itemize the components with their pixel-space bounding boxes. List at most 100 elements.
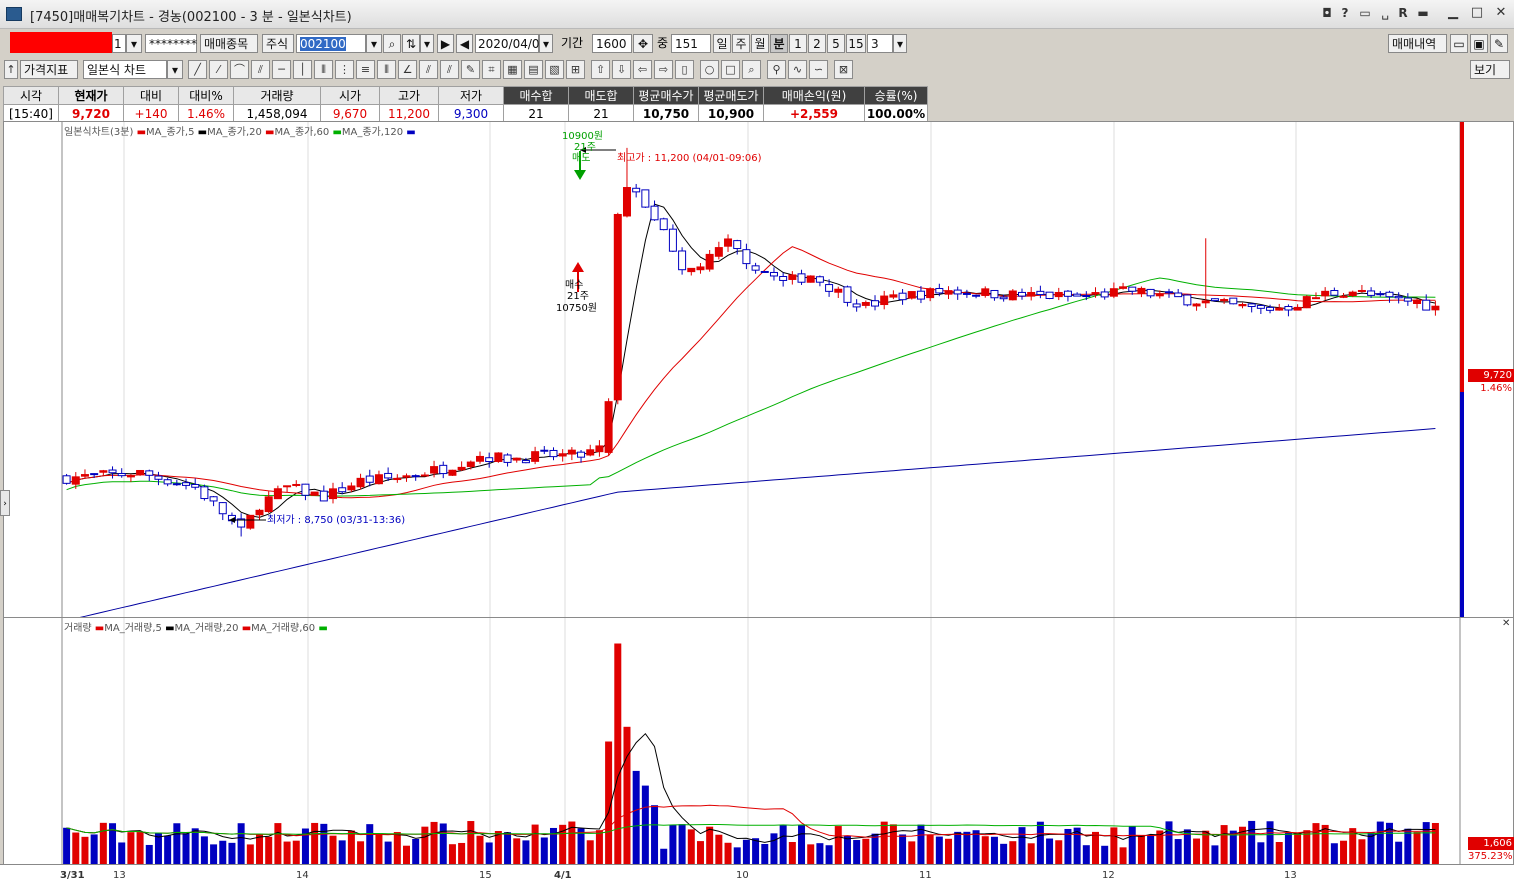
chart-type-dropdown-button[interactable]: ▾ (167, 60, 183, 79)
draw-tool-10-icon[interactable]: ∠ (398, 60, 417, 79)
date-dropdown-button[interactable]: ▾ (539, 34, 553, 53)
candle-body (1311, 297, 1320, 300)
draw-tool-15-icon[interactable]: ▦ (503, 60, 522, 79)
minimize-button[interactable]: ▁ (1442, 3, 1464, 23)
indicator-button[interactable]: 가격지표 (20, 60, 78, 79)
volume-pct-tag: 375.23% (1468, 851, 1513, 862)
draw-tool-26-icon[interactable]: ⌕ (742, 60, 761, 79)
sell-marker-label: 매도 (572, 153, 591, 164)
volume-bar (1128, 826, 1136, 864)
tab-month[interactable]: 월 (751, 34, 769, 53)
date-field[interactable]: 2020/04/01 (475, 34, 547, 53)
draw-tool-25-icon[interactable]: □ (721, 60, 740, 79)
candle-body (255, 509, 264, 516)
draw-tool-23-icon[interactable]: ▯ (675, 60, 694, 79)
mid-input[interactable]: 151 (671, 34, 711, 53)
view-button[interactable]: 보기 (1470, 60, 1510, 79)
draw-tool-9-icon[interactable]: ⫴ (377, 60, 396, 79)
tab-minute[interactable]: 분 (770, 34, 788, 53)
draw-tool-8-icon[interactable]: ≡ (356, 60, 375, 79)
draw-tool-12-icon[interactable]: ⫽ (440, 60, 459, 79)
link-icon[interactable]: ◘ (1318, 4, 1336, 22)
account-suffix: 1 (112, 34, 126, 53)
draw-tool-29-icon[interactable]: ∽ (809, 60, 828, 79)
print-icon[interactable]: ␣ (1376, 4, 1394, 22)
volume-bar (632, 770, 640, 864)
candle-body (733, 240, 742, 250)
tab-15[interactable]: 15 (846, 34, 866, 53)
save-icon[interactable]: ▣ (1470, 34, 1488, 53)
volume-bar (421, 826, 429, 864)
candle-body (1183, 294, 1192, 306)
pin-icon[interactable]: ▬ (1414, 4, 1432, 22)
draw-tool-13-icon[interactable]: ✎ (461, 60, 480, 79)
draw-tool-14-icon[interactable]: ⌗ (482, 60, 501, 79)
volume-bar (329, 835, 337, 864)
candle-body (99, 470, 108, 473)
draw-tool-7-icon[interactable]: ⋮ (335, 60, 354, 79)
chart-type-select[interactable]: 일본식 차트 (83, 60, 167, 79)
account-dropdown-button[interactable]: ▾ (126, 34, 142, 53)
up-arrow-icon[interactable]: ↑ (4, 60, 18, 79)
interval-dropdown-button[interactable]: ▾ (893, 34, 907, 53)
draw-tool-0-icon[interactable]: ╱ (188, 60, 207, 79)
trade-item-button[interactable]: 매매종목 (200, 34, 258, 53)
draw-tool-6-icon[interactable]: ⦀ (314, 60, 333, 79)
maximize-button[interactable]: □ (1466, 3, 1488, 23)
volume-close-icon[interactable]: ✕ (1502, 618, 1510, 629)
volume-bar (256, 833, 264, 864)
tab-week[interactable]: 주 (732, 34, 750, 53)
tab-1[interactable]: 1 (789, 34, 807, 53)
draw-tool-1-icon[interactable]: ⁄ (209, 60, 228, 79)
draw-tool-2-icon[interactable]: ⌒ (230, 60, 249, 79)
draw-tool-3-icon[interactable]: ⫽ (251, 60, 270, 79)
password-field[interactable]: ******** (145, 34, 197, 53)
draw-tool-5-icon[interactable]: │ (293, 60, 312, 79)
draw-tool-11-icon[interactable]: ⫽ (419, 60, 438, 79)
folder-icon[interactable]: ▭ (1450, 34, 1468, 53)
search-icon[interactable]: ⌕ (383, 34, 401, 53)
draw-tool-21-icon[interactable]: ⇦ (633, 60, 652, 79)
draw-tool-16-icon[interactable]: ▤ (524, 60, 543, 79)
volume-bar (660, 848, 668, 864)
close-button[interactable]: ✕ (1490, 3, 1512, 23)
wrench-icon[interactable]: ✎ (1490, 34, 1508, 53)
draw-tool-27-icon[interactable]: ⚲ (767, 60, 786, 79)
draw-tool-22-icon[interactable]: ⇨ (654, 60, 673, 79)
interval-input[interactable]: 3 (867, 34, 893, 53)
draw-tool-17-icon[interactable]: ▧ (545, 60, 564, 79)
prev-button[interactable]: ◀ (456, 34, 473, 53)
sort-dropdown-button[interactable]: ▾ (420, 34, 434, 53)
draw-tool-18-icon[interactable]: ⊞ (566, 60, 585, 79)
sort-icon[interactable]: ⇅ (402, 34, 420, 53)
side-panel-toggle[interactable]: › (0, 490, 10, 516)
draw-tool-19-icon[interactable]: ⇧ (591, 60, 610, 79)
volume-bar (1036, 821, 1044, 864)
draw-tool-20-icon[interactable]: ⇩ (612, 60, 631, 79)
candle-body (742, 249, 751, 265)
candle-body (687, 267, 696, 273)
help-icon[interactable]: ? (1338, 4, 1352, 22)
candle-body (209, 496, 218, 502)
stock-code-input[interactable]: 002100 (296, 34, 366, 53)
tab-2[interactable]: 2 (808, 34, 826, 53)
draw-tool-30-icon[interactable]: ⊠ (834, 60, 853, 79)
code-dropdown-button[interactable]: ▾ (366, 34, 382, 53)
draw-tool-24-icon[interactable]: ○ (700, 60, 719, 79)
screen-icon[interactable]: ▭ (1356, 4, 1374, 22)
volume-bar (825, 845, 833, 864)
refresh-icon[interactable]: R (1396, 4, 1410, 22)
history-button[interactable]: 매매내역 (1388, 34, 1447, 53)
price-chart-pane[interactable]: 일본식차트(3분) ▬MA_종가,5 ▬MA_종가,20 ▬MA_종가,60 ▬… (3, 121, 1514, 619)
candle-body (1321, 290, 1330, 297)
tab-day[interactable]: 일 (713, 34, 731, 53)
volume-chart-pane[interactable]: 거래량 ▬MA_거래량,5 ▬MA_거래량,20 ▬MA_거래량,60 ▬ ✕ … (3, 617, 1514, 867)
move-icon[interactable]: ✥ (633, 34, 653, 53)
candle-body (1413, 299, 1422, 304)
market-select[interactable]: 주식 (262, 34, 294, 53)
draw-tool-28-icon[interactable]: ∿ (788, 60, 807, 79)
draw-tool-4-icon[interactable]: ─ (272, 60, 291, 79)
period-input[interactable]: 1600 (592, 34, 632, 53)
tab-5[interactable]: 5 (827, 34, 845, 53)
next-button[interactable]: ▶ (437, 34, 454, 53)
